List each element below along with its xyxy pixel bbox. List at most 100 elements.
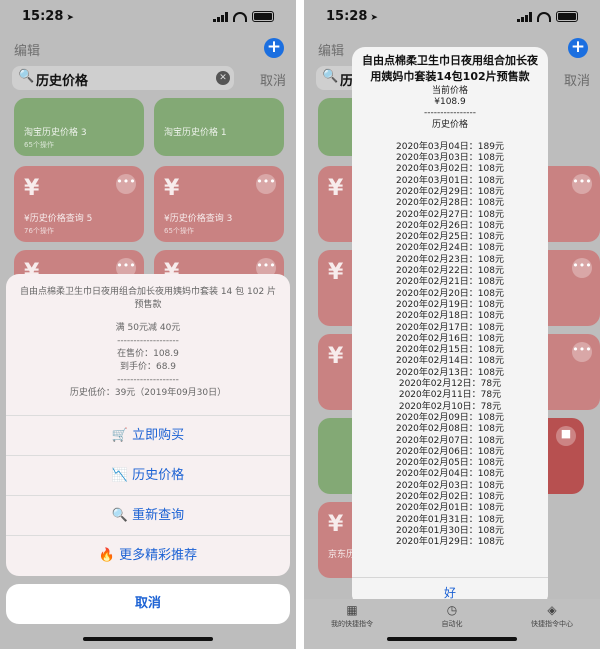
- history-row: 2020年02月07日：108元: [396, 435, 504, 446]
- status-time: 15:28 ➤: [22, 9, 74, 24]
- more-icon[interactable]: •••: [572, 174, 592, 194]
- wifi-icon: [233, 12, 247, 22]
- shortcut-card[interactable]: ¥ ••• ¥历史价格查询 3 65个操作: [154, 166, 284, 242]
- history-label: 历史价格: [431, 119, 468, 130]
- history-row: 2020年01月29日：108元: [396, 537, 504, 548]
- history-row: 2020年02月16日：108元: [396, 333, 504, 344]
- yen-icon: ¥: [328, 344, 344, 369]
- tab-label: 我的快捷指令: [331, 620, 373, 628]
- history-row: 2020年03月02日：108元: [396, 164, 504, 175]
- history-row: 2020年02月22日：108元: [396, 266, 504, 277]
- clear-icon[interactable]: ✕: [216, 71, 230, 85]
- history-row: 2020年02月24日：108元: [396, 243, 504, 254]
- stop-icon[interactable]: ■: [556, 426, 576, 446]
- history-row: 2020年02月12日：78元: [398, 379, 502, 390]
- action-sheet-message: 自由点棉柔卫生巾日夜用组合加长夜用姨妈巾套装 14 包 102 片 预售款 满 …: [6, 274, 290, 400]
- yen-icon: ¥: [24, 176, 40, 201]
- final-price: 到手价：68.9: [119, 362, 177, 372]
- battery-icon: [556, 11, 578, 22]
- yen-icon: ¥: [328, 260, 344, 285]
- more-icon[interactable]: •••: [256, 174, 276, 194]
- layers-icon: ◈: [547, 603, 557, 617]
- price-history-button[interactable]: 📉 历史价格: [6, 455, 290, 495]
- history-row: 2020年02月23日：108元: [396, 254, 504, 265]
- more-icon[interactable]: •••: [572, 342, 592, 362]
- card-title: 淘宝历史价格 1: [164, 128, 227, 138]
- current-price-label: 当前价格: [431, 86, 468, 96]
- history-row: 2020年02月27日：108元: [396, 209, 504, 220]
- price-history-list[interactable]: 2020年03月04日：189元 2020年03月03日：108元 2020年03月…: [352, 142, 548, 549]
- sheet-cancel-button[interactable]: 取消: [6, 584, 290, 624]
- product-subtitle: 预售款: [134, 300, 162, 310]
- tab-automation[interactable]: ◷ 自动化: [412, 603, 492, 629]
- grid-icon: ▦: [346, 603, 358, 617]
- history-row: 2020年02月17日：108元: [396, 322, 504, 333]
- history-row: 2020年02月08日：108元: [396, 424, 504, 435]
- search-query: 历史价格: [36, 74, 89, 89]
- tab-label: 自动化: [441, 620, 463, 628]
- tab-my-shortcuts[interactable]: ▦ 我的快捷指令: [312, 603, 392, 629]
- history-row: 2020年02月19日：108元: [396, 299, 504, 310]
- search-row: 🔍 历史价格 ✕ 取消: [12, 66, 286, 90]
- edit-button[interactable]: 编辑: [318, 40, 344, 59]
- location-arrow-icon: ➤: [370, 13, 378, 23]
- alert-header: 当前价格 ¥108.9 ---------------- 历史价格: [352, 85, 548, 131]
- current-price: ¥108.9: [434, 97, 466, 108]
- divider-text: ----------------: [424, 108, 476, 119]
- status-time: 15:28 ➤: [326, 9, 378, 24]
- add-shortcut-button[interactable]: +: [264, 38, 284, 58]
- requery-label: 重新查询: [132, 508, 185, 523]
- shortcut-card[interactable]: 淘宝历史价格 3 65个操作: [14, 98, 144, 156]
- history-row: 2020年02月03日：108元: [396, 480, 504, 491]
- history-row: 2020年02月25日：108元: [396, 232, 504, 243]
- price-history-alert: 自由点棉柔卫生巾日夜用组合加长夜用姨妈巾套装14包102片预售款 当前价格 ¥1…: [352, 47, 548, 607]
- yen-icon: ¥: [328, 176, 344, 201]
- more-recommendations-button[interactable]: 🔥 更多精彩推荐: [6, 535, 290, 575]
- buy-now-label: 立即购买: [132, 428, 185, 443]
- history-row: 2020年03月03日：108元: [396, 153, 504, 164]
- search-input[interactable]: 🔍 历史价格 ✕: [12, 66, 234, 90]
- search-icon: 🔍: [111, 508, 129, 523]
- buy-now-button[interactable]: 🛒 立即购买: [6, 415, 290, 455]
- right-screen: 15:28➤ 编辑 + 🔍 历史 取消 ¥ ¥ ¥ ¥ 京东历史 ••• •••…: [304, 0, 600, 649]
- history-row: 2020年02月29日：108元: [396, 187, 504, 197]
- clock-icon: ◷: [446, 603, 458, 617]
- history-row: 2020年02月02日：108元: [396, 492, 504, 503]
- more-recommendations-label: 更多精彩推荐: [119, 548, 198, 563]
- home-indicator: [83, 637, 213, 641]
- card-subtitle: 76个操作: [24, 227, 54, 235]
- search-cancel-button[interactable]: 取消: [564, 70, 590, 89]
- history-row: 2020年02月14日：108元: [396, 356, 504, 367]
- search-cancel-button[interactable]: 取消: [260, 70, 286, 89]
- lowest-price: 历史低价：39元（2019年09月30日）: [69, 388, 227, 398]
- more-icon[interactable]: •••: [116, 174, 136, 194]
- status-icons: [213, 11, 274, 22]
- tab-bar: ▦ 我的快捷指令 ◷ 自动化 ◈ 快捷指令中心: [304, 599, 600, 649]
- history-row: 2020年02月15日：108元: [396, 345, 504, 356]
- divider-text: -------------------: [117, 336, 179, 346]
- add-shortcut-button[interactable]: +: [568, 38, 588, 58]
- shortcut-card[interactable]: 淘宝历史价格 1: [154, 98, 284, 156]
- location-arrow-icon: ➤: [66, 13, 74, 23]
- promo-text: 满 50元减 40元: [115, 323, 181, 333]
- status-bar: 15:28 ➤: [0, 0, 296, 34]
- history-row: 2020年02月01日：108元: [396, 503, 504, 514]
- history-row: 2020年02月18日：108元: [396, 311, 504, 322]
- shortcut-card[interactable]: ¥ ••• ¥历史价格查询 5 76个操作: [14, 166, 144, 242]
- edit-button[interactable]: 编辑: [14, 40, 40, 59]
- history-row: 2020年02月13日：108元: [396, 367, 504, 378]
- requery-button[interactable]: 🔍 重新查询: [6, 495, 290, 535]
- tab-label: 快捷指令中心: [531, 620, 573, 628]
- tab-gallery[interactable]: ◈ 快捷指令中心: [512, 603, 592, 629]
- alert-title: 自由点棉柔卫生巾日夜用组合加长夜用姨妈巾套装14包102片预售款: [362, 54, 538, 83]
- home-indicator: [387, 637, 517, 641]
- cellular-signal-icon: [213, 12, 228, 22]
- more-icon[interactable]: •••: [572, 258, 592, 278]
- history-row: 2020年03月01日：108元: [396, 175, 504, 186]
- history-row: 2020年02月21日：108元: [396, 277, 504, 288]
- action-sheet: 自由点棉柔卫生巾日夜用组合加长夜用姨妈巾套装 14 包 102 片 预售款 满 …: [6, 274, 290, 576]
- card-subtitle: 65个操作: [164, 227, 194, 235]
- cart-icon: 🛒: [111, 428, 129, 443]
- product-title: 自由点棉柔卫生巾日夜用组合加长夜用姨妈巾套装 14 包 102 片: [19, 287, 277, 297]
- history-row: 2020年03月04日：189元: [396, 141, 504, 152]
